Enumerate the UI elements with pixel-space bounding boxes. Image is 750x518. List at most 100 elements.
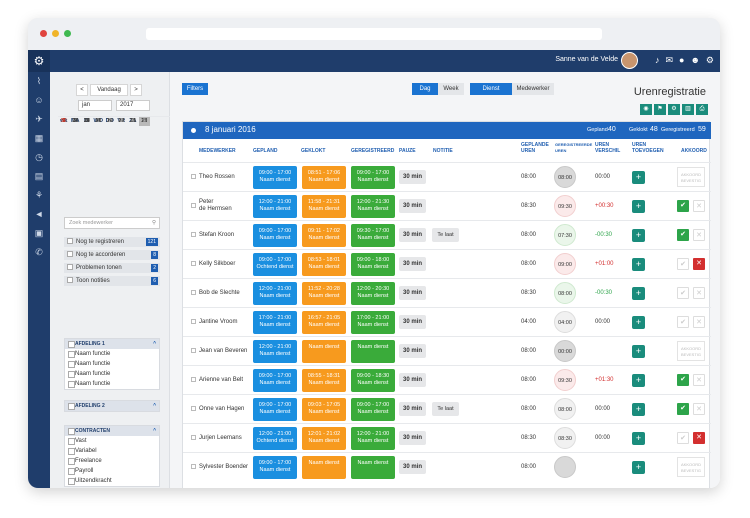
filter-checkbox[interactable] [67, 238, 73, 244]
mail-icon[interactable]: ✉ [665, 55, 673, 66]
calendar-day[interactable]: 30 [70, 117, 82, 126]
reject-x-icon[interactable]: ✕ [693, 403, 705, 415]
schedule-icon[interactable]: ▤ [28, 167, 50, 186]
afdeling-2-header[interactable]: AFDELING 2 [65, 401, 159, 411]
clocked-shift[interactable]: 12:01 - 21:02 Naam dienst [302, 427, 346, 450]
clock-icon[interactable]: ◷ [28, 148, 50, 167]
row-checkbox[interactable] [191, 435, 196, 440]
row-checkbox[interactable] [191, 348, 196, 353]
pause-value[interactable]: 30 min [399, 228, 426, 242]
clocked-shift[interactable]: 08:55 - 18:31 Naam dienst [302, 369, 346, 392]
filter-item[interactable]: Nog te registreren 121 [64, 237, 160, 247]
calendar-alt-icon[interactable]: ▣ [28, 224, 50, 243]
afdeling-item[interactable]: Naam functie [65, 369, 159, 379]
trash-icon[interactable]: ▥ [682, 104, 694, 115]
clocked-shift[interactable]: 09:11 - 17:02 Naam dienst [302, 224, 346, 247]
reject-x-icon[interactable]: ✕ [693, 229, 705, 241]
registered-shift[interactable]: 12:00 - 20:30 Naam dienst [351, 282, 395, 305]
col-geklokt[interactable]: GEKLOKT [301, 148, 325, 154]
employee-name[interactable]: Peter de Hermsen [199, 199, 232, 213]
add-hours-button[interactable]: + [632, 287, 645, 300]
approve-check-icon[interactable]: ✔ [677, 258, 689, 270]
planned-shift[interactable]: 12:00 - 21:00 Naam dienst [253, 282, 297, 305]
filters-button[interactable]: Filters [182, 83, 208, 95]
employee-name[interactable]: Arienne van Belt [199, 377, 243, 384]
contract-item[interactable]: Uitzendkracht [65, 476, 159, 486]
col-medewerker[interactable]: MEDEWERKER [199, 148, 236, 154]
pause-value[interactable]: 30 min [399, 431, 426, 445]
contract-item[interactable]: Payroll [65, 466, 159, 476]
pause-value[interactable]: 30 min [399, 373, 426, 387]
employee-name[interactable]: Bob de Slechte [199, 290, 240, 297]
planned-shift[interactable]: 12:00 - 21:00 Ochtend dienst [253, 427, 297, 450]
user-icon[interactable]: ☻ [690, 55, 699, 66]
registered-shift[interactable]: Naam dienst [351, 340, 395, 363]
filter-checkbox[interactable] [67, 251, 73, 257]
search-input[interactable]: Zoek medewerker ⚲ [64, 217, 160, 229]
dag-toggle[interactable]: Dag [412, 83, 438, 95]
chart-icon[interactable]: ⌇ [28, 72, 50, 91]
pause-value[interactable]: 30 min [399, 199, 426, 213]
registered-shift[interactable]: 12:00 - 21:00 Naam dienst [351, 427, 395, 450]
filter-checkbox[interactable] [67, 264, 73, 270]
year-select[interactable]: 2017 [116, 100, 150, 111]
add-hours-button[interactable]: + [632, 171, 645, 184]
users-icon[interactable]: ☺ [28, 91, 50, 110]
reject-x-icon[interactable]: ✕ [693, 374, 705, 386]
reject-x-icon[interactable]: ✕ [693, 432, 705, 444]
registered-shift[interactable]: 09:00 - 18:30 Naam dienst [351, 369, 395, 392]
add-hours-button[interactable]: + [632, 461, 645, 474]
reject-x-icon[interactable]: ✕ [693, 258, 705, 270]
status-icon[interactable]: ● [679, 55, 684, 66]
calendar-day[interactable]: 31 [81, 117, 93, 126]
contract-item[interactable]: Variabel [65, 446, 159, 456]
month-select[interactable]: jan [78, 100, 112, 111]
clocked-shift[interactable]: Naam dienst [302, 456, 346, 479]
approve-confirm-button[interactable]: AKKOORD BEVESTIG [677, 457, 705, 477]
clocked-shift[interactable]: 16:57 - 21:05 Naam dienst [302, 311, 346, 334]
close-dot[interactable] [40, 30, 47, 37]
contract-item[interactable]: Freelance [65, 456, 159, 466]
registered-shift[interactable]: 09:30 - 17:00 Naam dienst [351, 224, 395, 247]
row-checkbox[interactable] [191, 232, 196, 237]
medewerker-toggle[interactable]: Medewerker [512, 83, 554, 95]
avatar[interactable] [621, 52, 638, 69]
clocked-shift[interactable]: Naam dienst [302, 340, 346, 363]
approve-check-icon[interactable]: ✔ [677, 200, 689, 212]
calendar-day[interactable]: 5 [139, 117, 151, 126]
prev-day-button[interactable]: < [76, 84, 88, 96]
note-badge[interactable]: Te laat [432, 228, 459, 242]
employee-name[interactable]: Jean van Beveren [199, 348, 247, 355]
approve-confirm-button[interactable]: AKKOORD BEVESTIG [677, 341, 705, 361]
add-hours-button[interactable]: + [632, 403, 645, 416]
employee-name[interactable]: Onne van Hagen [199, 406, 244, 413]
filter-item[interactable]: Toon notities 6 [64, 276, 160, 286]
clocked-shift[interactable]: 08:51 - 17:06 Naam dienst [302, 166, 346, 189]
planned-shift[interactable]: 12:00 - 21:00 Naam dienst [253, 340, 297, 363]
row-checkbox[interactable] [191, 290, 196, 295]
row-checkbox[interactable] [191, 319, 196, 324]
employee-name[interactable]: Sylvester Boender [199, 464, 248, 471]
planned-shift[interactable]: 12:00 - 21:00 Naam dienst [253, 195, 297, 218]
row-checkbox[interactable] [191, 406, 196, 411]
add-hours-button[interactable]: + [632, 200, 645, 213]
pause-value[interactable]: 30 min [399, 286, 426, 300]
reject-x-icon[interactable]: ✕ [693, 316, 705, 328]
next-day-button[interactable]: > [130, 84, 142, 96]
view-icon[interactable]: ◉ [640, 104, 652, 115]
add-hours-button[interactable]: + [632, 258, 645, 271]
print-icon[interactable]: ⎙ [696, 104, 708, 115]
employee-name[interactable]: Jantine Vroom [199, 319, 237, 326]
employee-name[interactable]: Jurjen Leemans [199, 435, 242, 442]
approve-check-icon[interactable]: ✔ [677, 403, 689, 415]
week-toggle[interactable]: Week [438, 83, 464, 95]
phone-icon[interactable]: ✆ [28, 243, 50, 262]
contract-item[interactable]: Vast [65, 436, 159, 446]
planned-shift[interactable]: 09:00 - 17:00 Naam dienst [253, 166, 297, 189]
col-gepland[interactable]: GEPLAND [253, 148, 277, 154]
col-uren-verschil[interactable]: UREN VERSCHIL [595, 142, 620, 154]
calendar-day[interactable]: 2 [104, 117, 116, 126]
afdeling-item[interactable]: Naam functie [65, 379, 159, 389]
clocked-shift[interactable]: 11:52 - 20:28 Naam dienst [302, 282, 346, 305]
col-akkoord[interactable]: AKKOORD [681, 148, 707, 154]
